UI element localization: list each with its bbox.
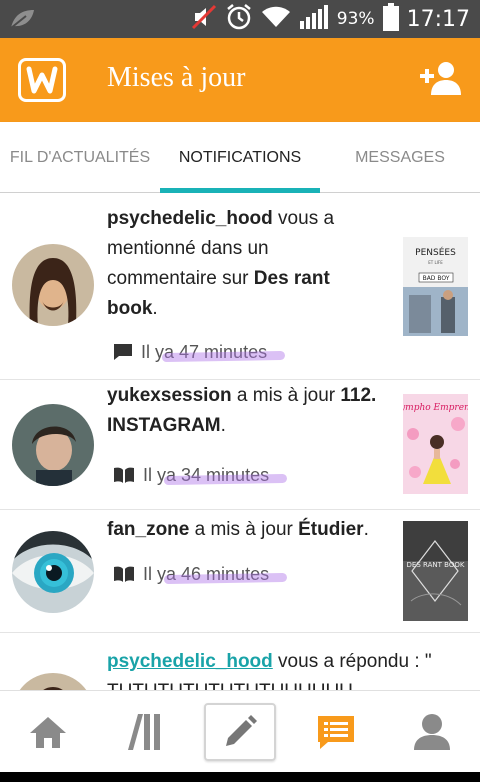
wifi-icon xyxy=(261,5,291,34)
notification-item[interactable]: yukexsession a mis à jour 112. INSTAGRAM… xyxy=(0,380,480,510)
timestamp: a 47 minutes xyxy=(164,341,268,362)
cover-subtitle: BAD BOY xyxy=(423,275,450,282)
notification-punct: . xyxy=(152,298,158,319)
battery-percent: 93% xyxy=(336,9,375,29)
cover-title: DES RANT BOOK xyxy=(407,561,465,569)
page-title: Mises à jour xyxy=(107,62,246,93)
notification-meta: Il y a 46 minutes xyxy=(113,561,269,587)
add-user-button[interactable] xyxy=(418,60,462,101)
notification-action: a mis à jour xyxy=(231,385,341,406)
book-icon xyxy=(113,565,135,583)
library-icon xyxy=(128,714,160,750)
notification-username[interactable]: psychedelic_hood xyxy=(107,651,273,672)
notification-username[interactable]: psychedelic_hood xyxy=(107,208,273,229)
notification-text: psychedelic_hood vous a répondu : " TUTUT… xyxy=(107,647,467,690)
notification-meta: Il y a 34 minutes xyxy=(113,462,269,488)
screen-bottom-edge xyxy=(0,772,480,782)
time-prefix: Il y xyxy=(143,563,167,584)
mute-icon xyxy=(191,4,217,35)
nav-write-button[interactable] xyxy=(204,703,276,761)
add-user-icon xyxy=(420,62,461,95)
notification-item[interactable]: fan_zone a mis à jour Étudier. Il y a 46… xyxy=(0,510,480,633)
status-bar: 93% 17:17 xyxy=(0,0,480,38)
cover-small: ET LIFE xyxy=(428,260,443,265)
notification-punct: . xyxy=(363,519,369,540)
notification-meta: Il y a 47 minutes xyxy=(113,339,267,365)
time-prefix: Il y xyxy=(143,464,167,485)
notification-punct: . xyxy=(220,415,226,436)
cover-title: Nympho Emprente xyxy=(403,403,468,413)
tab-bar: FIL D'ACTUALITÉS NOTIFICATIONS MESSAGES xyxy=(0,122,480,193)
avatar[interactable] xyxy=(12,404,94,486)
tab-news-feed[interactable]: FIL D'ACTUALITÉS xyxy=(0,122,160,193)
notification-username[interactable]: fan_zone xyxy=(107,519,189,540)
profile-icon xyxy=(414,714,450,750)
timestamp: a 46 minutes xyxy=(166,563,270,584)
tab-notifications[interactable]: NOTIFICATIONS xyxy=(160,122,320,193)
battery-icon xyxy=(382,2,399,36)
home-icon xyxy=(30,717,66,748)
comment-icon xyxy=(113,343,133,361)
cover-title: PENSÉES xyxy=(415,246,456,258)
story-cover[interactable]: DES RANT BOOK xyxy=(403,521,468,621)
book-icon xyxy=(113,466,135,484)
avatar[interactable] xyxy=(12,244,94,326)
notifications-list: psychedelic_hood vous a mentionné dans u… xyxy=(0,193,480,690)
clock-time: 17:17 xyxy=(406,6,470,32)
app-bar: Mises à jour xyxy=(0,38,480,122)
notification-username[interactable]: yukexsession xyxy=(107,385,232,406)
reply-body: TUTUTUTUTUTUTUUUUUU xyxy=(107,681,353,690)
notification-text: yukexsession a mis à jour 112. INSTAGRAM… xyxy=(107,381,379,441)
story-title[interactable]: Étudier xyxy=(298,519,363,540)
alarm-icon xyxy=(225,3,253,36)
time-prefix: Il y xyxy=(141,341,165,362)
timestamp: a 34 minutes xyxy=(166,464,270,485)
avatar[interactable] xyxy=(12,531,94,613)
notification-item[interactable]: psychedelic_hood vous a répondu : " TUTUT… xyxy=(0,633,480,690)
wattpad-logo-icon[interactable] xyxy=(18,58,66,102)
write-icon xyxy=(226,715,257,746)
leaf-icon xyxy=(8,7,36,36)
nav-profile-button[interactable] xyxy=(396,703,468,761)
tab-messages[interactable]: MESSAGES xyxy=(320,122,480,193)
nav-updates-button[interactable] xyxy=(300,703,372,761)
signal-icon xyxy=(299,4,329,35)
story-cover[interactable]: Nympho Emprente xyxy=(403,394,468,494)
nav-home-button[interactable] xyxy=(12,703,84,761)
bottom-navigation xyxy=(0,690,480,772)
notification-text: psychedelic_hood vous a mentionné dans u… xyxy=(107,204,379,324)
updates-icon xyxy=(318,716,354,749)
nav-library-button[interactable] xyxy=(108,703,180,761)
notification-action: vous a répondu : " xyxy=(272,651,432,672)
avatar[interactable] xyxy=(12,673,94,690)
notification-action: a mis à jour xyxy=(189,519,299,540)
notification-text: fan_zone a mis à jour Étudier. xyxy=(107,515,379,545)
notification-item[interactable]: psychedelic_hood vous a mentionné dans u… xyxy=(0,193,480,380)
story-cover[interactable]: PENSÉES ET LIFE BAD BOY xyxy=(403,237,468,336)
